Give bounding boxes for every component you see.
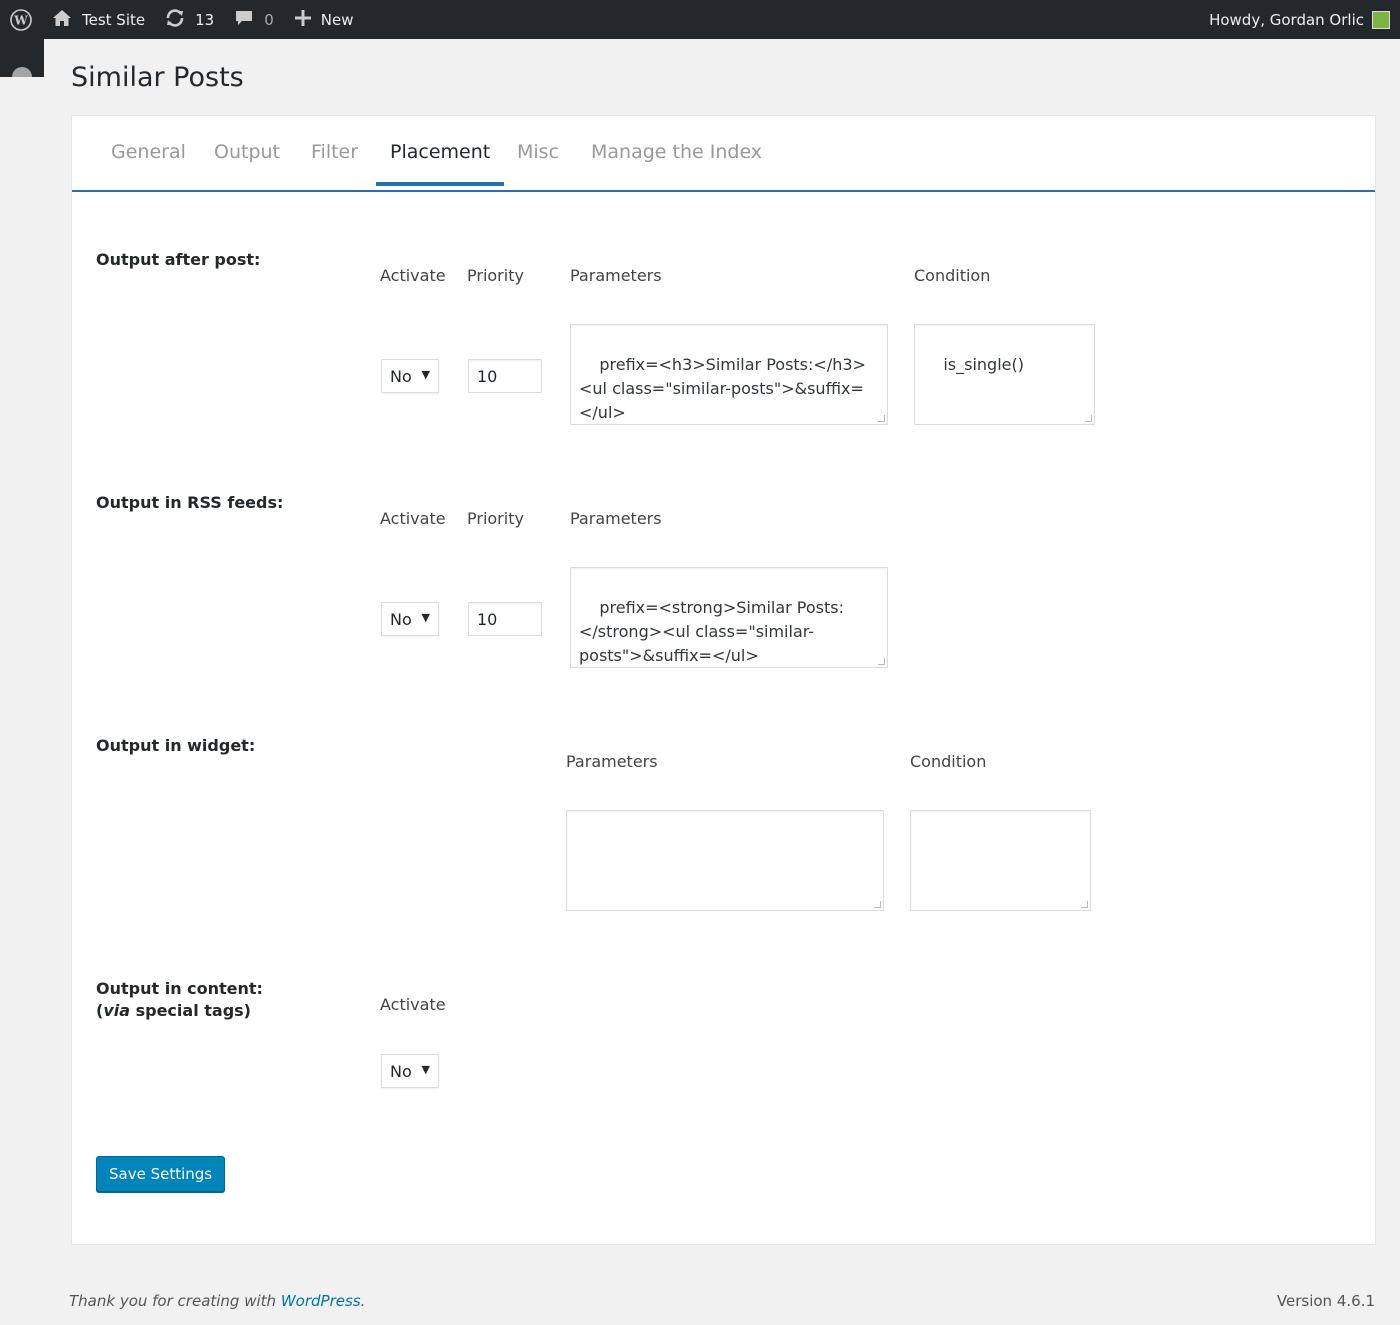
tab-output[interactable]: Output: [214, 141, 280, 182]
rss-activate-value: No: [390, 609, 412, 629]
tab-filter[interactable]: Filter: [311, 141, 358, 182]
after-post-priority-header: Priority: [467, 266, 524, 285]
after-post-priority-input[interactable]: 10: [468, 359, 542, 393]
after-post-parameters-text: prefix=<h3>Similar Posts:</h3><ul class=…: [579, 355, 866, 422]
after-post-activate-select[interactable]: No ▼: [381, 359, 439, 393]
site-name-label: Test Site: [82, 10, 146, 29]
tab-general[interactable]: General: [111, 141, 186, 182]
admin-menu-stub: [0, 39, 44, 77]
rss-parameters-text: prefix=<strong>Similar Posts:</strong><u…: [579, 598, 845, 665]
updates-count: 13: [195, 10, 215, 29]
content-label-title: Output in content:: [96, 979, 263, 998]
after-post-condition-textarea[interactable]: is_single(): [914, 324, 1095, 425]
plus-icon: [294, 9, 312, 31]
content-activate-header: Activate: [380, 995, 446, 1014]
content-activate-value: No: [390, 1061, 412, 1081]
widget-label: Output in widget:: [96, 736, 256, 755]
dropdown-arrow-icon: ▼: [421, 1063, 430, 1076]
comment-bubble-icon: [234, 9, 254, 31]
content-label: Output in content: (via special tags): [96, 978, 263, 1022]
page-title: Similar Posts: [71, 62, 244, 93]
new-label: New: [320, 10, 354, 29]
wordpress-logo-icon[interactable]: W: [0, 0, 42, 39]
svg-text:W: W: [13, 13, 28, 27]
resize-grip-icon[interactable]: [874, 901, 881, 908]
footer-version: Version 4.6.1: [1276, 1292, 1375, 1310]
widget-condition-textarea[interactable]: [910, 810, 1091, 911]
widget-parameters-textarea[interactable]: [566, 810, 884, 911]
tab-misc[interactable]: Misc: [517, 141, 559, 182]
rss-priority-header: Priority: [467, 509, 524, 528]
new-content-link[interactable]: New: [294, 0, 354, 39]
save-settings-button[interactable]: Save Settings: [96, 1156, 226, 1192]
admin-bar: W Test Site 13 0 New Howdy, Gordan Orlic: [0, 0, 1400, 39]
footer-thanks: Thank you for creating with WordPress.: [69, 1292, 366, 1310]
tab-bar: General Output Filter Placement Misc Man…: [72, 116, 1375, 192]
resize-grip-icon[interactable]: [878, 415, 885, 422]
after-post-activate-value: No: [390, 366, 412, 386]
site-name-link[interactable]: Test Site: [52, 0, 145, 39]
after-post-activate-header: Activate: [380, 266, 446, 285]
rss-priority-input[interactable]: 10: [468, 602, 542, 636]
after-post-parameters-textarea[interactable]: prefix=<h3>Similar Posts:</h3><ul class=…: [570, 324, 888, 425]
rss-activate-header: Activate: [380, 509, 446, 528]
resize-grip-icon[interactable]: [1085, 415, 1092, 422]
resize-grip-icon[interactable]: [1081, 901, 1088, 908]
avatar: [1372, 10, 1390, 29]
content-activate-select[interactable]: No ▼: [381, 1054, 439, 1088]
my-account-link[interactable]: Howdy, Gordan Orlic: [1209, 0, 1390, 39]
settings-panel: General Output Filter Placement Misc Man…: [71, 115, 1376, 1245]
tab-placement[interactable]: Placement: [376, 141, 505, 186]
comments-link[interactable]: 0: [234, 0, 274, 39]
dropdown-arrow-icon: ▼: [421, 368, 430, 381]
dashboard-icon[interactable]: [12, 67, 32, 77]
updates-icon: [165, 8, 185, 31]
after-post-condition-text: is_single(): [943, 355, 1024, 374]
dropdown-arrow-icon: ▼: [421, 611, 430, 624]
tab-manage-index[interactable]: Manage the Index: [591, 141, 762, 182]
rss-parameters-textarea[interactable]: prefix=<strong>Similar Posts:</strong><u…: [570, 567, 888, 668]
after-post-condition-header: Condition: [914, 266, 991, 285]
after-post-label: Output after post:: [96, 250, 261, 269]
updates-link[interactable]: 13: [165, 0, 214, 39]
widget-condition-header: Condition: [910, 752, 987, 771]
wordpress-link[interactable]: WordPress: [281, 1292, 361, 1310]
widget-parameters-header: Parameters: [566, 752, 658, 771]
home-icon: [52, 9, 72, 31]
rss-parameters-header: Parameters: [570, 509, 662, 528]
rss-label: Output in RSS feeds:: [96, 493, 284, 512]
greeting-text: Howdy, Gordan Orlic: [1209, 10, 1364, 29]
content-label-sub: (via special tags): [96, 1001, 251, 1020]
after-post-parameters-header: Parameters: [570, 266, 662, 285]
comments-count: 0: [264, 10, 274, 29]
rss-activate-select[interactable]: No ▼: [381, 602, 439, 636]
resize-grip-icon[interactable]: [878, 658, 885, 665]
